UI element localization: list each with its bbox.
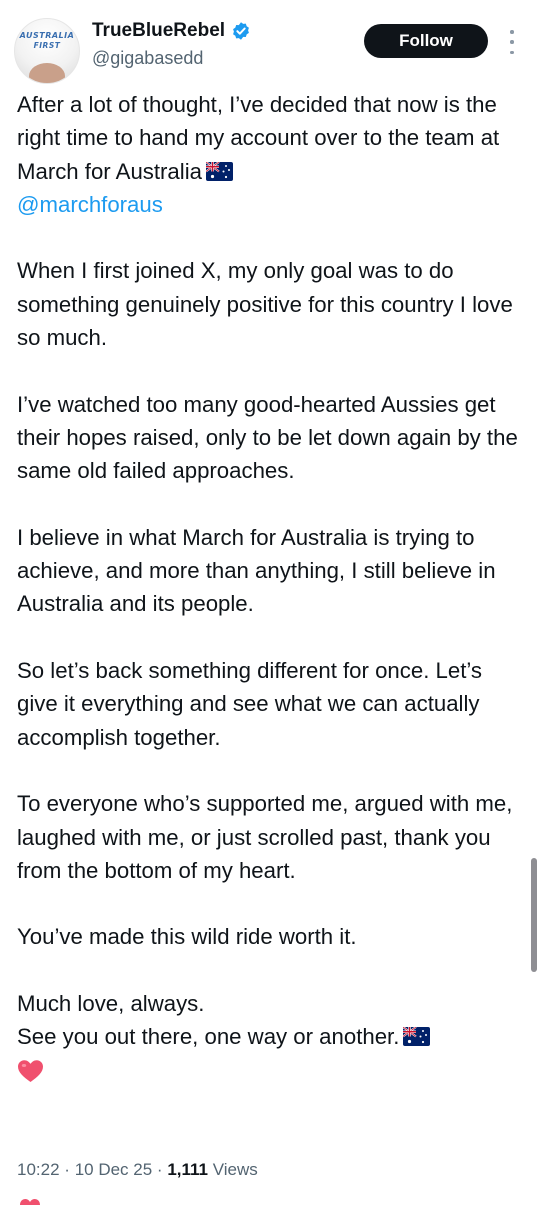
post-paragraph: You’ve made this wild ride worth it. (17, 924, 357, 950)
post-paragraph: To everyone who’s supported me, argued w… (17, 791, 513, 883)
more-dot (510, 40, 514, 44)
post-meta: 10:22 · 10 Dec 25 · 1,111 Views (17, 1160, 258, 1180)
post-paragraph: When I first joined X, my only goal was … (17, 258, 513, 351)
post-body: After a lot of thought, I’ve decided tha… (17, 88, 527, 1087)
avatar-cap-text-2: FIRST (33, 41, 61, 50)
post-paragraph: I believe in what March for Australia is… (17, 524, 496, 617)
more-options-icon[interactable] (502, 30, 522, 54)
author-name-row[interactable]: TrueBlueRebel (92, 20, 251, 42)
avatar[interactable]: AUSTRALIA FIRST (14, 18, 80, 84)
post-paragraph: After a lot of thought, I’ve decided tha… (17, 88, 527, 221)
author-handle[interactable]: @gigabasedd (92, 48, 203, 69)
post-paragraph: Much love, always. See you out there, on… (17, 987, 527, 1087)
verified-badge-icon[interactable] (231, 21, 251, 41)
partial-heart-icon (18, 1192, 42, 1205)
australian-flag-icon (402, 1022, 431, 1047)
paragraph-text: See you out there, one way or another. (17, 1024, 400, 1050)
views-label: Views (212, 1160, 258, 1179)
post-date[interactable]: 10 Dec 25 (75, 1160, 153, 1179)
post-time[interactable]: 10:22 (17, 1160, 60, 1179)
more-dot (510, 50, 514, 54)
pink-heart-icon (17, 1059, 44, 1083)
more-dot (510, 30, 514, 34)
mention-link[interactable]: @marchforaus (17, 192, 163, 217)
post-header: AUSTRALIA FIRST TrueBlueRebel @gigabased… (0, 0, 538, 90)
avatar-face (29, 63, 65, 83)
avatar-cap-text-1: AUSTRALIA (19, 31, 75, 40)
author-display-name[interactable]: TrueBlueRebel (92, 20, 225, 42)
post-paragraph: I’ve watched too many good-hearted Aussi… (17, 391, 518, 484)
follow-button[interactable]: Follow (364, 24, 488, 58)
paragraph-text: Much love, always. (17, 991, 205, 1017)
australian-flag-icon (205, 157, 233, 181)
scrollbar-thumb[interactable] (531, 858, 537, 972)
meta-separator: · (156, 1160, 163, 1179)
post-paragraph: So let’s back something different for on… (17, 658, 482, 750)
meta-separator: · (64, 1160, 70, 1179)
views-count: 1,111 (167, 1160, 208, 1179)
paragraph-text: After a lot of thought, I’ve decided tha… (17, 92, 500, 184)
